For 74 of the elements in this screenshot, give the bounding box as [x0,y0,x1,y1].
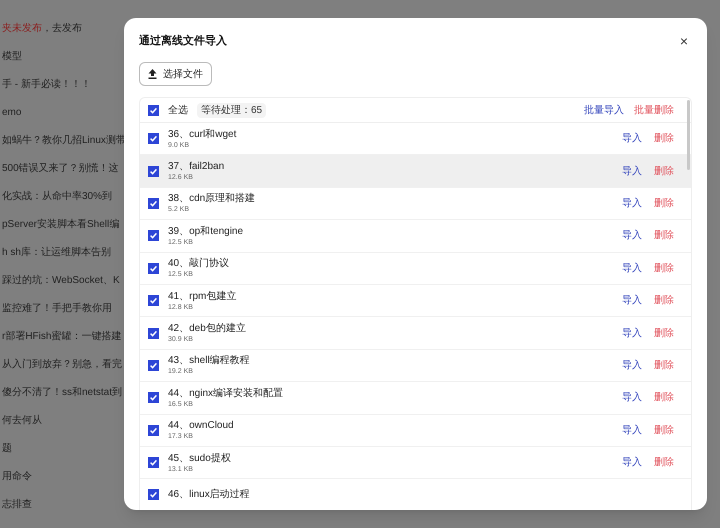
import-link[interactable]: 导入 [622,326,642,341]
article-title: 手 - 新手必读！！！ [2,78,91,92]
article-title: 用命令 [2,470,32,484]
delete-link[interactable]: 删除 [654,455,674,470]
pending-count-badge: 等待处理：65 [197,102,266,118]
article-title: 500错误又来了？别慌！这 [2,162,119,176]
file-name: 46、linux启动过程 [168,488,250,502]
article-title: emo [2,106,22,120]
dialog-title: 通过离线文件导入 [139,34,227,49]
file-name: 41、rpm包建立 [168,290,236,303]
file-name: 45、sudo提权 [168,452,231,465]
delete-link[interactable]: 删除 [654,422,674,438]
checkbox[interactable] [148,133,159,144]
import-link[interactable]: 导入 [622,390,642,406]
file-name: 39、op和tengine [168,224,244,238]
delete-link[interactable]: 删除 [654,326,674,341]
import-link[interactable]: 导入 [622,293,642,308]
article-title: r部署HFish蜜罐：一键搭建 [2,330,122,344]
delete-link[interactable]: 删除 [654,293,674,308]
import-link[interactable]: 导入 [622,228,642,244]
checkbox[interactable] [148,328,159,339]
delete-link[interactable]: 删除 [654,196,674,211]
checkbox[interactable] [148,230,159,242]
import-link[interactable]: 导入 [622,196,642,211]
checkbox[interactable] [148,457,159,468]
delete-link[interactable]: 删除 [654,390,674,406]
delete-link[interactable]: 删除 [654,358,674,373]
choose-file-button[interactable]: 选择文件 [139,62,212,86]
file-name: 37、fail2ban [168,160,224,174]
import-link[interactable]: 导入 [622,455,642,470]
file-name: 40、敲门协议 [168,257,230,270]
import-link[interactable]: 导入 [622,422,642,438]
article-title: h sh库：让运维脚本告别 [2,246,111,260]
file-name: 44、nginx编译安装和配置 [168,386,284,400]
article-title: 如蜗牛？教你几招Linux测带 [2,134,126,148]
article-title: 志排查 [2,498,32,512]
checkbox[interactable] [148,424,159,436]
article-title: 模型 [2,50,22,64]
import-link[interactable]: 导入 [622,131,642,146]
delete-link[interactable]: 删除 [654,131,674,146]
checkbox[interactable] [148,392,159,404]
checkbox[interactable] [148,295,159,306]
article-title: 傻分不清了！ss和netstat到 [2,386,122,400]
batch-import-link[interactable]: 批量导入 [584,102,624,118]
import-link[interactable]: 导入 [622,260,642,276]
checkbox[interactable] [148,262,159,274]
article-title: 从入门到放弃？别急，看完 [2,358,122,372]
file-name: 38、cdn原理和搭建 [168,192,256,206]
article-title: 题 [2,442,12,456]
checkbox[interactable] [148,104,159,116]
delete-link[interactable]: 删除 [654,228,674,244]
import-link[interactable]: 导入 [622,164,642,179]
file-name: 42、deb包的建立 [168,322,246,336]
checkbox[interactable] [148,166,159,177]
article-title: ，去发布 [42,22,82,36]
article-title: 化实战：从命中率30%到 [2,190,112,204]
article-title: 踩过的坑：WebSocket、K [2,274,120,288]
checkbox[interactable] [148,360,159,371]
select-all-label: 全选 [168,104,188,118]
delete-link[interactable]: 删除 [654,260,674,276]
import-link[interactable]: 导入 [622,358,642,373]
file-name: 36、curl和wget [168,128,236,141]
article-title: 监控难了！手把手教你用 [2,302,112,316]
upload-icon [148,69,157,79]
checkbox[interactable] [148,198,159,209]
article-title: pServer安装脚本看Shell编 [2,218,120,232]
batch-delete-link[interactable]: 批量删除 [634,102,674,118]
draft-notice: 夹未发布 [2,22,42,36]
close-button[interactable]: × [680,34,688,48]
article-title: 何去何从 [2,414,42,428]
file-name: 44、ownCloud [168,419,234,432]
checkbox[interactable] [148,489,159,500]
file-name: 43、shell编程教程 [168,354,250,368]
scrollbar[interactable] [687,100,690,170]
